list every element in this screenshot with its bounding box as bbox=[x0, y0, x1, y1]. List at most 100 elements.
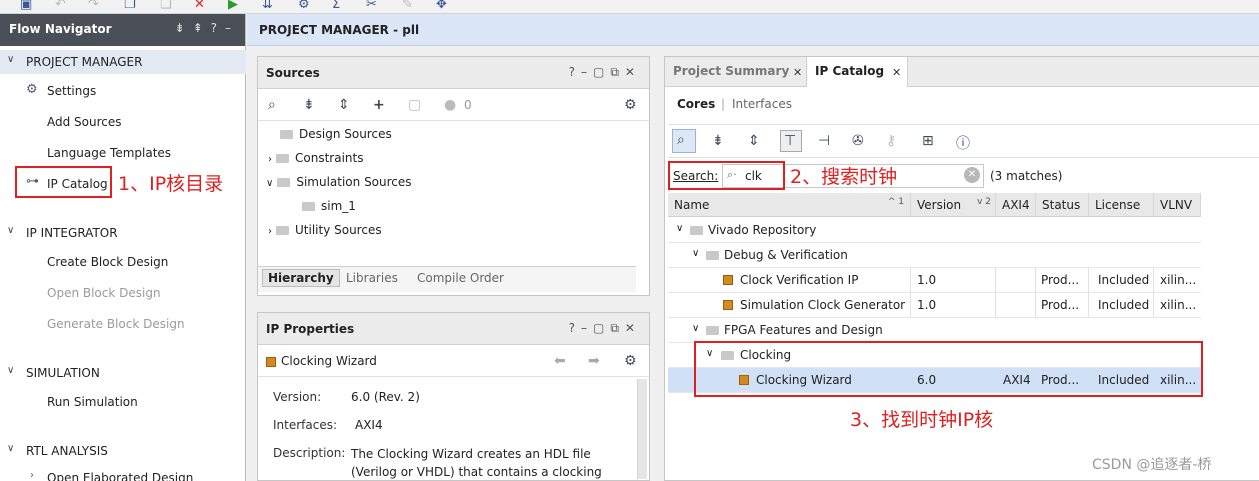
key-icon[interactable]: ⚷ bbox=[886, 133, 896, 149]
chip-icon[interactable]: ⊞ bbox=[922, 133, 934, 149]
undo-icon[interactable]: ↶ bbox=[55, 0, 66, 12]
cell-divider bbox=[1035, 293, 1036, 318]
panel-controls[interactable]: ?–▢⧉✕ bbox=[569, 65, 641, 80]
folder-icon bbox=[276, 154, 289, 163]
tab-hierarchy[interactable]: Hierarchy bbox=[262, 269, 340, 287]
nav-item-open-block-design[interactable]: Open Block Design bbox=[47, 286, 161, 300]
section-rtl-analysis[interactable]: ∨ RTL ANALYSIS bbox=[0, 439, 246, 463]
col-license[interactable]: License bbox=[1089, 193, 1154, 217]
info-icon[interactable]: ⓘ bbox=[956, 133, 970, 153]
nav-item-add-sources[interactable]: Add Sources bbox=[47, 115, 122, 129]
redo-icon[interactable]: ↷ bbox=[88, 0, 99, 12]
tree-label: Design Sources bbox=[299, 127, 392, 141]
cell-divider bbox=[995, 293, 996, 318]
ip-catalog-tabbar: Project Summary ✕ IP Catalog ✕ bbox=[665, 57, 1259, 87]
delete-icon[interactable]: ✕ bbox=[194, 0, 205, 12]
section-project-manager[interactable]: ∨ PROJECT MANAGER bbox=[0, 50, 246, 74]
tree-item-utility-sources[interactable]: › Utility Sources bbox=[268, 223, 382, 245]
tree-item-design-sources[interactable]: Design Sources bbox=[280, 127, 392, 149]
tab-compile-order[interactable]: Compile Order bbox=[417, 271, 504, 285]
sigma-icon[interactable]: Σ bbox=[332, 0, 340, 12]
tree-item-simulation-sources[interactable]: ∨ Simulation Sources bbox=[266, 175, 412, 197]
gear-icon[interactable]: ⚙ bbox=[624, 97, 637, 113]
table-row[interactable]: Simulation Clock Generator 1.0 Prod... I… bbox=[668, 293, 1201, 318]
folder-icon bbox=[276, 226, 289, 235]
close-icon[interactable]: ✕ bbox=[793, 66, 802, 79]
section-ip-integrator[interactable]: ∨ IP INTEGRATOR bbox=[0, 221, 246, 245]
scrollbar[interactable] bbox=[637, 379, 647, 479]
collapse-all-icon[interactable]: ⇟ bbox=[303, 97, 315, 113]
filter-icon[interactable]: ⊤ bbox=[780, 130, 802, 152]
add-icon[interactable]: + bbox=[373, 97, 385, 113]
version-value: 6.0 (Rev. 2) bbox=[351, 390, 420, 404]
nav-item-open-elaborated-design[interactable]: Open Elaborated Design bbox=[47, 471, 193, 481]
chevron-right-icon: › bbox=[268, 154, 272, 165]
edit-icon[interactable]: ✎ bbox=[402, 0, 413, 12]
cell-divider bbox=[1088, 293, 1089, 318]
col-vlnv[interactable]: VLNV bbox=[1154, 193, 1201, 217]
source-count: 0 bbox=[464, 98, 472, 112]
row-license: Included bbox=[1098, 273, 1150, 287]
tree-item-sim-1[interactable]: sim_1 bbox=[302, 199, 356, 221]
col-version[interactable]: Version v 2 bbox=[911, 193, 996, 217]
flow-navigator-controls[interactable]: ⇟⇞?– bbox=[175, 21, 239, 35]
forward-arrow-icon[interactable]: ➡ bbox=[588, 353, 600, 369]
highlight-search bbox=[668, 161, 785, 190]
nav-item-create-block-design[interactable]: Create Block Design bbox=[47, 255, 168, 269]
table-row[interactable]: ∨ Debug & Verification bbox=[668, 243, 1201, 268]
col-name-label: Name bbox=[674, 198, 710, 212]
table-row[interactable]: ∨ FPGA Features and Design bbox=[668, 318, 1201, 343]
tree-label: Constraints bbox=[295, 151, 364, 165]
pin-icon[interactable]: ✥ bbox=[436, 0, 447, 12]
tree-label: sim_1 bbox=[321, 199, 356, 213]
tree-item-constraints[interactable]: › Constraints bbox=[268, 151, 363, 173]
description-label: Description: bbox=[273, 446, 346, 460]
expand-all-icon[interactable]: ⇕ bbox=[748, 133, 760, 149]
cell-divider bbox=[1035, 268, 1036, 293]
chevron-down-icon: ∨ bbox=[266, 178, 274, 189]
tool-icon[interactable]: ✂ bbox=[366, 0, 377, 12]
section-simulation[interactable]: ∨ SIMULATION bbox=[0, 361, 246, 385]
step-icon[interactable]: ⇊ bbox=[262, 0, 273, 12]
table-row[interactable]: ∨ Vivado Repository bbox=[668, 218, 1201, 243]
col-name[interactable]: Name ^ 1 bbox=[668, 193, 911, 217]
collapse-all-icon[interactable]: ⇟ bbox=[712, 133, 724, 149]
ip-chip-icon bbox=[723, 298, 739, 312]
clear-icon[interactable]: ✕ bbox=[964, 167, 980, 183]
row-name: Clock Verification IP bbox=[740, 273, 859, 287]
search-icon[interactable]: ⌕ bbox=[672, 129, 696, 153]
nav-item-run-simulation[interactable]: Run Simulation bbox=[47, 395, 138, 409]
close-icon[interactable]: ✕ bbox=[892, 66, 901, 79]
nav-item-language-templates[interactable]: Language Templates bbox=[47, 146, 171, 160]
tab-libraries[interactable]: Libraries bbox=[346, 271, 398, 285]
properties-icon[interactable]: ▢ bbox=[408, 97, 421, 113]
back-arrow-icon[interactable]: ⬅ bbox=[554, 353, 566, 369]
col-status[interactable]: Status bbox=[1036, 193, 1089, 217]
nav-item-generate-block-design[interactable]: Generate Block Design bbox=[47, 317, 185, 331]
watermark: CSDN @追逐者-桥 bbox=[1092, 457, 1212, 473]
panel-controls[interactable]: ?–▢⧉✕ bbox=[569, 321, 641, 336]
settings-icon[interactable]: ⚙ bbox=[298, 0, 310, 12]
row-status: Prod... bbox=[1041, 273, 1080, 287]
chevron-right-icon: › bbox=[30, 470, 34, 481]
sources-title: Sources bbox=[266, 66, 320, 80]
nav-item-settings[interactable]: Settings bbox=[47, 84, 96, 98]
expand-all-icon[interactable]: ⇕ bbox=[338, 97, 350, 113]
section-label: SIMULATION bbox=[26, 366, 100, 380]
wrench-icon[interactable]: ✇ bbox=[852, 133, 864, 149]
search-icon[interactable]: ⌕ bbox=[268, 97, 276, 113]
save-icon[interactable]: ▣ bbox=[20, 0, 32, 12]
table-row[interactable]: Clock Verification IP 1.0 Prod... Includ… bbox=[668, 268, 1201, 293]
col-axi4[interactable]: AXI4 bbox=[996, 193, 1036, 217]
hierarchy-icon[interactable]: ⊣ bbox=[818, 133, 830, 149]
chevron-down-icon: ∨ bbox=[7, 365, 15, 376]
copy-icon[interactable]: ❐ bbox=[124, 0, 136, 12]
subtab-interfaces[interactable]: Interfaces bbox=[732, 97, 792, 111]
row-name: Simulation Clock Generator bbox=[740, 298, 906, 312]
paste-icon[interactable]: ❏ bbox=[160, 0, 172, 12]
subtab-cores[interactable]: Cores bbox=[677, 97, 715, 111]
tab-project-summary[interactable]: Project Summary bbox=[665, 57, 797, 87]
run-icon[interactable]: ▶ bbox=[228, 0, 238, 12]
ip-table-header: Name ^ 1 Version v 2 AXI4 Status License V… bbox=[668, 193, 1201, 217]
gear-icon[interactable]: ⚙ bbox=[624, 353, 637, 369]
